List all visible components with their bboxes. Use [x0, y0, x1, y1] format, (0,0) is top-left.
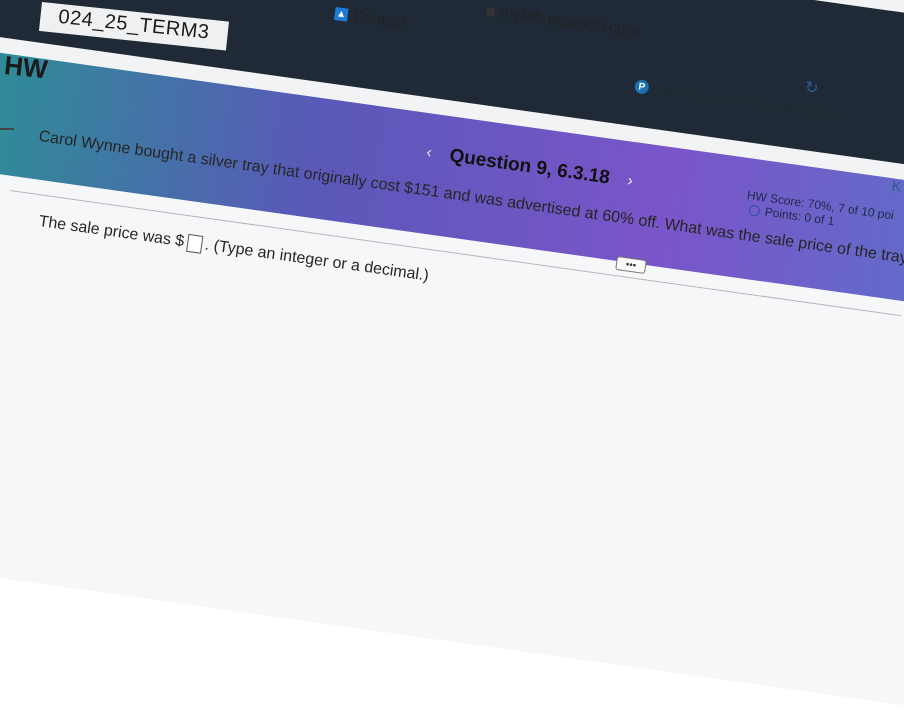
- left-edge-marker: [0, 128, 14, 130]
- pearson-logo-icon: P: [633, 78, 650, 95]
- answer-input[interactable]: [185, 233, 204, 254]
- screen: 024_25_TERM3 ▲ Content mylab.pearson.com…: [0, 0, 904, 719]
- reload-icon[interactable]: ↻: [804, 77, 820, 99]
- chevron-left-icon[interactable]: ‹: [425, 144, 433, 163]
- content-icon: ▲: [333, 6, 349, 22]
- hw-label: HW: [2, 50, 50, 85]
- points-circle-icon: [748, 203, 761, 217]
- lock-icon: [486, 6, 496, 17]
